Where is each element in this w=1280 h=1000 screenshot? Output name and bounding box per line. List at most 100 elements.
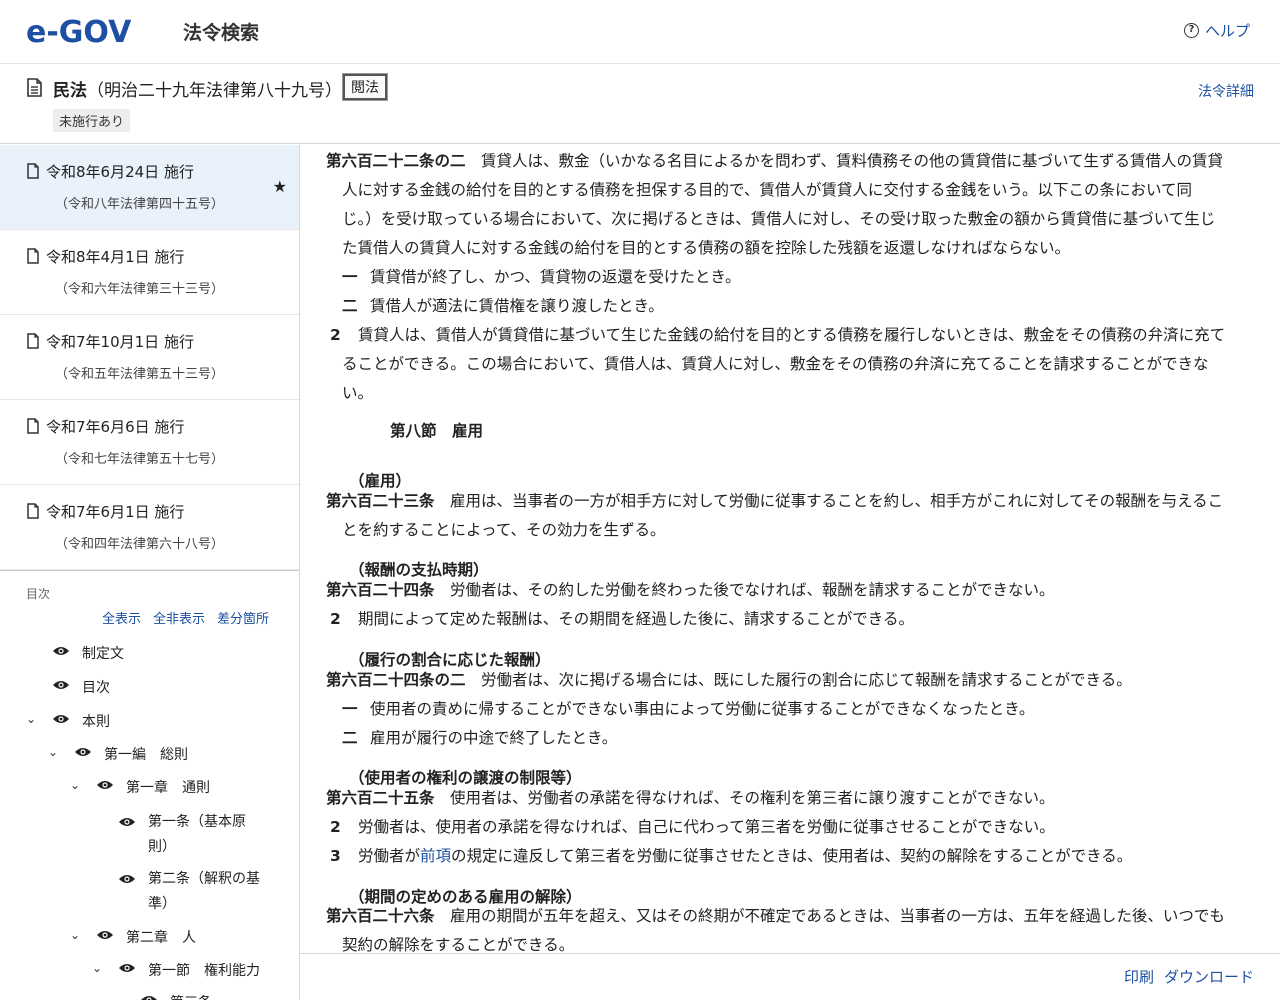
article-title: 第六百二十三条 xyxy=(326,492,435,510)
chevron-down-icon[interactable]: ⌄ xyxy=(26,712,36,726)
version-date: 令和7年6月6日 施行 xyxy=(46,418,185,436)
chevron-down-icon[interactable]: ⌄ xyxy=(92,961,102,975)
top-header: e-GOV 法令検索 ? ヘルプ xyxy=(0,0,1280,64)
eye-icon[interactable] xyxy=(74,746,92,758)
article-623: 第六百二十三条 雇用は、当事者の一方が相手方に対して労働に従事することを約し、相… xyxy=(326,492,1224,510)
toc-item-label: 第一編 総則 xyxy=(104,747,188,763)
sidebar: 令和8年6月24日 施行 （令和八年法律第四十五号） ★ 令和8年4月1日 施行… xyxy=(0,145,300,1000)
status-badge: 未施行あり xyxy=(53,109,131,132)
toc-item-label: 第二条（解釈の基 準） xyxy=(148,871,260,912)
toc-item-label: 第一章 通則 xyxy=(126,780,210,796)
site-title[interactable]: 法令検索 xyxy=(183,18,259,45)
help-label: ヘルプ xyxy=(1204,22,1250,40)
toc-item[interactable]: 制定文 xyxy=(52,643,124,663)
hide-all-link[interactable]: 全非表示 xyxy=(153,612,205,627)
article-title: 第六百二十二条の二 xyxy=(326,152,466,170)
article-text-line: とを約することによって、その効力を生ずる。 xyxy=(342,521,666,539)
download-link[interactable]: ダウンロード xyxy=(1164,966,1254,987)
paragraph: 2 賃貸人は、賃借人が賃貸借に基づいて生じた金銭の給付を目的とする債務を履行しない… xyxy=(330,326,1226,344)
chevron-down-icon[interactable]: ⌄ xyxy=(70,928,80,942)
article-item: 一賃貸借が終了し、かつ、賃貸物の返還を受けたとき。 xyxy=(342,268,741,286)
chevron-down-icon[interactable]: ⌄ xyxy=(48,745,58,759)
article-text-line: ることができる。この場合において、賃借人は、賃貸人に対し、敷金をその債務の弁済に… xyxy=(342,355,1209,373)
star-icon: ★ xyxy=(272,177,287,196)
reference-link[interactable]: 前項 xyxy=(420,847,451,865)
toc-item[interactable]: 第二条（解釈の基 準） xyxy=(118,867,260,917)
eye-icon[interactable] xyxy=(118,816,136,828)
eye-icon[interactable] xyxy=(118,962,136,974)
toc-item[interactable]: 第一章 通則 xyxy=(96,777,210,797)
show-all-link[interactable]: 全表示 xyxy=(102,612,141,627)
toc-item-label: 制定文 xyxy=(82,646,124,662)
toc-item[interactable]: 第一編 総則 xyxy=(74,744,188,764)
version-date: 令和7年10月1日 施行 xyxy=(46,333,194,351)
chevron-down-icon[interactable]: ⌄ xyxy=(70,778,80,792)
version-item[interactable]: 令和7年6月6日 施行 （令和七年法律第五十七号） xyxy=(0,400,299,485)
version-item[interactable]: 令和8年4月1日 施行 （令和六年法律第三十三号） xyxy=(0,230,299,315)
article-622-2: 第六百二十二条の二 賃貸人は、敷金（いかなる名目によるかを問わず、賃料債務その他… xyxy=(326,152,1224,170)
article-text-line: 契約の解除をすることができる。 xyxy=(342,936,575,953)
toc-item[interactable]: 第一条（基本原 則） xyxy=(118,810,246,860)
toc-item-label: 第一条（基本原 則） xyxy=(148,814,246,855)
law-text: 第六百二十二条の二 賃貸人は、敷金（いかなる名目によるかを問わず、賃料債務その他… xyxy=(300,145,1280,953)
document-icon xyxy=(27,503,39,519)
paragraph: 2 期間によって定めた報酬は、その期間を経過した後に、請求することができる。 xyxy=(330,610,914,628)
egov-logo-mark: e-GOV xyxy=(26,15,132,48)
help-link[interactable]: ? ヘルプ xyxy=(1183,20,1250,41)
toc-item-label: 第三条 xyxy=(170,992,212,1000)
article-item: 一使用者の責めに帰することができない事由によって労働に従事することができなくなっ… xyxy=(342,700,1035,718)
version-law: （令和六年法律第三十三号） xyxy=(55,282,225,297)
article-item: 二雇用が履行の中途で終了したとき。 xyxy=(342,729,618,747)
eye-icon[interactable] xyxy=(52,645,70,657)
toc-item-label: 目次 xyxy=(82,680,110,696)
toc-item-label: 本則 xyxy=(82,714,110,730)
eye-icon[interactable] xyxy=(96,929,114,941)
footer-bar: 印刷 ダウンロード xyxy=(300,953,1280,1000)
toc-controls: 全表示 全非表示 差分箇所 xyxy=(102,608,281,627)
toc-item[interactable]: 第三条 xyxy=(140,992,212,1000)
svg-text:e-GOV: e-GOV xyxy=(26,15,132,48)
toc-item-label: 第二章 人 xyxy=(126,930,196,946)
eye-icon[interactable] xyxy=(52,679,70,691)
eye-icon[interactable] xyxy=(140,994,158,1000)
article-text-line: た賃借人の賃貸人に対する金銭の給付を目的とする債務の額を控除した残額を返還しなけ… xyxy=(342,239,1071,257)
article-title: 第六百二十四条 xyxy=(326,581,435,599)
article-626: 第六百二十六条 雇用の期間が五年を超え、又はその終期が不確定であるときは、当事者… xyxy=(326,907,1225,925)
toc-item[interactable]: 第一節 権利能力 xyxy=(118,960,260,980)
article-title: 第六百二十六条 xyxy=(326,907,435,925)
abbr-button[interactable]: 閲法 xyxy=(342,73,388,101)
version-item[interactable]: 令和8年6月24日 施行 （令和八年法律第四十五号） ★ xyxy=(0,145,299,230)
diff-link[interactable]: 差分箇所 xyxy=(217,612,269,627)
toc-item[interactable]: 本則 xyxy=(52,711,110,731)
version-item[interactable]: 令和7年6月1日 施行 （令和四年法律第六十八号） xyxy=(0,485,299,570)
document-icon xyxy=(27,163,39,179)
eye-icon[interactable] xyxy=(118,873,136,885)
article-title: 第六百二十四条の二 xyxy=(326,671,466,689)
egov-logo[interactable]: e-GOV xyxy=(26,14,168,48)
eye-icon[interactable] xyxy=(52,713,70,725)
law-title-bar: 民法（明治二十九年法律第八十九号） 閲法 未施行あり 法令詳細 xyxy=(0,64,1280,144)
article-text-line: い。 xyxy=(342,384,374,402)
toc-label: 目次 xyxy=(26,587,51,601)
article-624-2: 第六百二十四条の二 労働者は、次に掲げる場合には、既にした履行の割合に応じて報酬… xyxy=(326,671,1132,689)
eye-icon[interactable] xyxy=(96,779,114,791)
article-item: 二賃借人が適法に賃借権を譲り渡したとき。 xyxy=(342,297,664,315)
document-icon xyxy=(27,333,39,349)
version-item[interactable]: 令和7年10月1日 施行 （令和五年法律第五十三号） xyxy=(0,315,299,400)
document-icon xyxy=(27,78,42,97)
help-icon: ? xyxy=(1183,23,1199,38)
article-624: 第六百二十四条 労働者は、その約した労働を終わった後でなければ、報酬を請求するこ… xyxy=(326,581,1055,599)
version-law: （令和七年法律第五十七号） xyxy=(55,452,225,467)
print-link[interactable]: 印刷 xyxy=(1124,966,1154,987)
article-625: 第六百二十五条 使用者は、労働者の承諾を得なければ、その権利を第三者に譲り渡すこ… xyxy=(326,789,1055,807)
article-text-line: じ。）を受け取っている場合において、次に掲げるときは、賃借人に対し、その受け取っ… xyxy=(342,210,1216,228)
law-number: （明治二十九年法律第八十九号） xyxy=(87,81,342,101)
document-icon xyxy=(27,248,39,264)
version-law: （令和四年法律第六十八号） xyxy=(55,537,225,552)
law-detail-link[interactable]: 法令詳細 xyxy=(1198,81,1254,101)
divider xyxy=(0,570,299,571)
toc-item[interactable]: 第二章 人 xyxy=(96,927,196,947)
version-date: 令和8年4月1日 施行 xyxy=(46,248,185,266)
toc-item[interactable]: 目次 xyxy=(52,677,110,697)
law-name: 民法 xyxy=(53,81,87,101)
